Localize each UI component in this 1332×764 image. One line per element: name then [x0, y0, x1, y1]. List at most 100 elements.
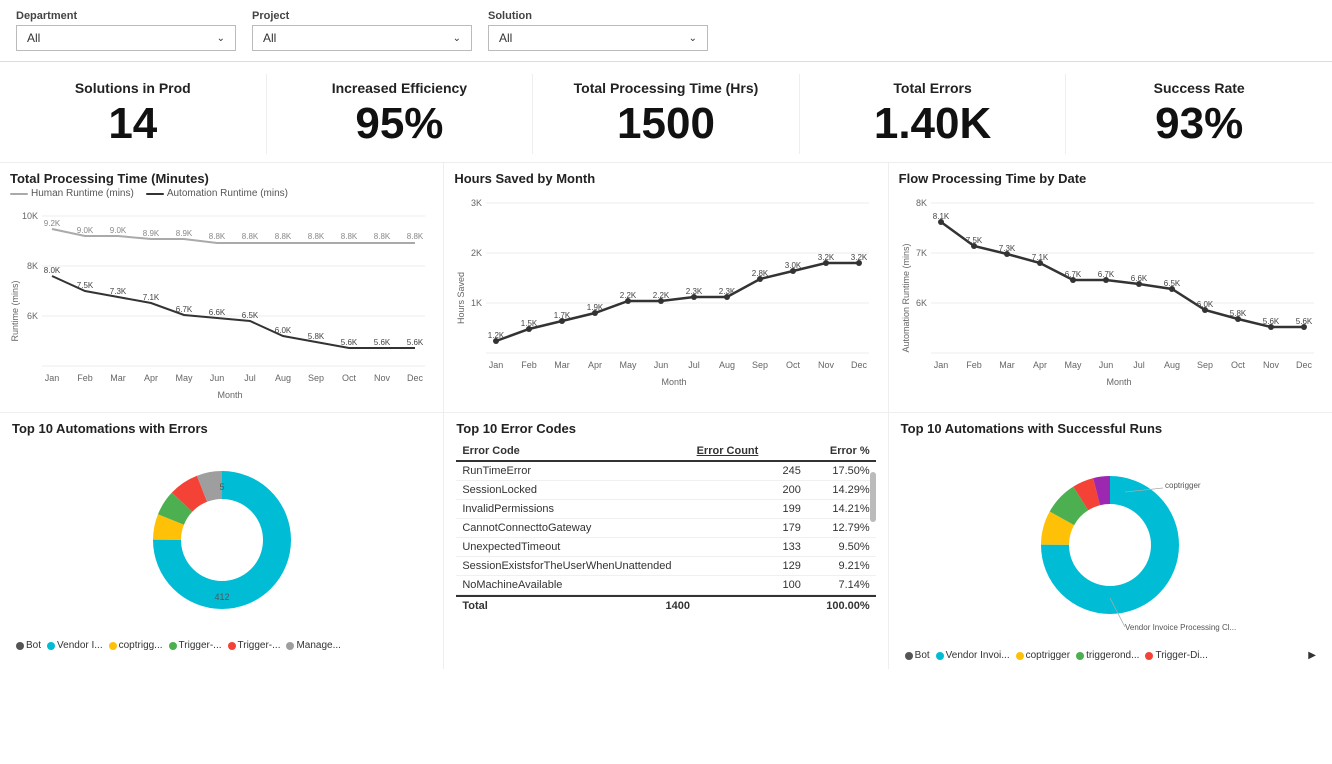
svg-text:8.0K: 8.0K	[44, 266, 61, 275]
svg-text:6K: 6K	[916, 298, 927, 308]
svg-text:8.8K: 8.8K	[407, 232, 424, 241]
svg-text:5.6K: 5.6K	[1262, 317, 1279, 326]
svg-text:Feb: Feb	[77, 373, 93, 383]
svg-text:7K: 7K	[916, 248, 927, 258]
total-count: 1400	[578, 596, 696, 615]
svg-text:Jul: Jul	[689, 360, 701, 370]
svg-text:8.9K: 8.9K	[143, 229, 160, 238]
kpi-solutions: Solutions in Prod 14	[0, 74, 267, 154]
errors-donut-title: Top 10 Automations with Errors	[12, 421, 431, 436]
svg-text:8.9K: 8.9K	[176, 229, 193, 238]
svg-text:Jan: Jan	[933, 360, 948, 370]
department-filter-group: Department All ⌄	[16, 10, 236, 51]
table-row: NoMachineAvailable1007.14%	[456, 576, 875, 595]
department-chevron: ⌄	[217, 33, 225, 44]
flow-line	[941, 222, 1304, 327]
svg-text:1.2K: 1.2K	[488, 331, 505, 340]
svg-text:Apr: Apr	[1033, 360, 1047, 370]
error-codes-table: Error Code Error Count Error %	[456, 442, 875, 462]
svg-text:May: May	[175, 373, 193, 383]
svg-text:6.7K: 6.7K	[1064, 270, 1081, 279]
svg-text:9.2K: 9.2K	[44, 219, 61, 228]
svg-text:8K: 8K	[27, 261, 38, 271]
hours-saved-title: Hours Saved by Month	[454, 171, 877, 186]
kpi-processing-title: Total Processing Time (Hrs)	[545, 80, 787, 96]
svg-text:Jul: Jul	[244, 373, 256, 383]
svg-text:Jun: Jun	[654, 360, 669, 370]
svg-text:Aug: Aug	[275, 373, 291, 383]
svg-text:1K: 1K	[471, 298, 482, 308]
svg-text:6.6K: 6.6K	[209, 308, 226, 317]
svg-text:8.8K: 8.8K	[308, 232, 325, 241]
svg-text:5.6K: 5.6K	[407, 338, 424, 347]
svg-text:9.0K: 9.0K	[110, 226, 127, 235]
svg-text:Month: Month	[217, 390, 242, 400]
svg-text:7.1K: 7.1K	[1031, 253, 1048, 262]
col-error-count: Error Count	[606, 442, 765, 461]
svg-text:3.0K: 3.0K	[785, 261, 802, 270]
kpi-efficiency-value: 95%	[279, 100, 521, 148]
svg-text:7.1K: 7.1K	[143, 293, 160, 302]
svg-text:8.8K: 8.8K	[209, 232, 226, 241]
svg-text:Jun: Jun	[1098, 360, 1113, 370]
solution-value: All	[499, 31, 512, 45]
solution-filter-group: Solution All ⌄	[488, 10, 708, 51]
table-row: UnexpectedTimeout1339.50%	[456, 538, 875, 557]
human-line	[52, 229, 415, 243]
total-processing-title: Total Processing Time (Minutes)	[10, 171, 433, 186]
svg-text:Hours Saved: Hours Saved	[456, 272, 466, 324]
flow-processing-title: Flow Processing Time by Date	[899, 171, 1322, 186]
success-legend: Bot Vendor Invoi... coptrigger triggeron…	[901, 650, 1320, 661]
svg-text:Oct: Oct	[342, 373, 357, 383]
svg-text:May: May	[1064, 360, 1082, 370]
kpi-processing: Total Processing Time (Hrs) 1500	[533, 74, 800, 154]
svg-text:Month: Month	[662, 377, 687, 387]
svg-text:Aug: Aug	[719, 360, 735, 370]
svg-text:7.3K: 7.3K	[110, 287, 127, 296]
svg-text:3.2K: 3.2K	[818, 253, 835, 262]
svg-text:coptrigger: coptrigger	[1165, 481, 1201, 490]
table-row: SessionLocked20014.29%	[456, 481, 875, 500]
svg-text:6K: 6K	[27, 311, 38, 321]
svg-text:Vendor Invoice Processing Cl..: Vendor Invoice Processing Cl...	[1125, 623, 1236, 632]
svg-text:2.3K: 2.3K	[719, 287, 736, 296]
svg-text:1.7K: 1.7K	[554, 311, 571, 320]
svg-text:6.5K: 6.5K	[1163, 279, 1180, 288]
svg-text:Mar: Mar	[555, 360, 571, 370]
solution-select[interactable]: All ⌄	[488, 25, 708, 51]
table-row: RunTimeError24517.50%	[456, 462, 875, 481]
svg-text:6.7K: 6.7K	[1097, 270, 1114, 279]
svg-text:Feb: Feb	[966, 360, 982, 370]
svg-text:9.0K: 9.0K	[77, 226, 94, 235]
svg-text:7.5K: 7.5K	[965, 236, 982, 245]
svg-text:May: May	[620, 360, 638, 370]
svg-text:Month: Month	[1106, 377, 1131, 387]
svg-text:Jun: Jun	[210, 373, 225, 383]
svg-text:1.9K: 1.9K	[587, 303, 604, 312]
flow-processing-panel: Flow Processing Time by Date 8K 7K 6K Au…	[889, 163, 1332, 412]
svg-text:Jan: Jan	[45, 373, 60, 383]
project-value: All	[263, 31, 276, 45]
total-processing-legend: Human Runtime (mins) Automation Runtime …	[10, 188, 433, 199]
table-row: CannotConnecttoGateway17912.79%	[456, 519, 875, 538]
department-label: Department	[16, 10, 236, 22]
project-select[interactable]: All ⌄	[252, 25, 472, 51]
col-error-pct: Error %	[764, 442, 875, 461]
project-label: Project	[252, 10, 472, 22]
svg-text:Mar: Mar	[999, 360, 1015, 370]
solution-chevron: ⌄	[689, 33, 697, 44]
total-pct: 100.00%	[696, 596, 876, 615]
svg-text:Mar: Mar	[110, 373, 126, 383]
kpi-solutions-value: 14	[12, 100, 254, 148]
svg-text:1.5K: 1.5K	[521, 319, 538, 328]
kpi-row: Solutions in Prod 14 Increased Efficienc…	[0, 62, 1332, 163]
svg-text:6.6K: 6.6K	[1130, 274, 1147, 283]
svg-text:6.0K: 6.0K	[275, 326, 292, 335]
svg-text:2.8K: 2.8K	[752, 269, 769, 278]
scroll-indicator[interactable]	[870, 472, 876, 522]
charts-row: Total Processing Time (Minutes) Human Ru…	[0, 163, 1332, 413]
department-select[interactable]: All ⌄	[16, 25, 236, 51]
svg-text:8.1K: 8.1K	[932, 212, 949, 221]
success-donut-panel: Top 10 Automations with Successful Runs …	[889, 413, 1332, 669]
kpi-errors-title: Total Errors	[812, 80, 1054, 96]
